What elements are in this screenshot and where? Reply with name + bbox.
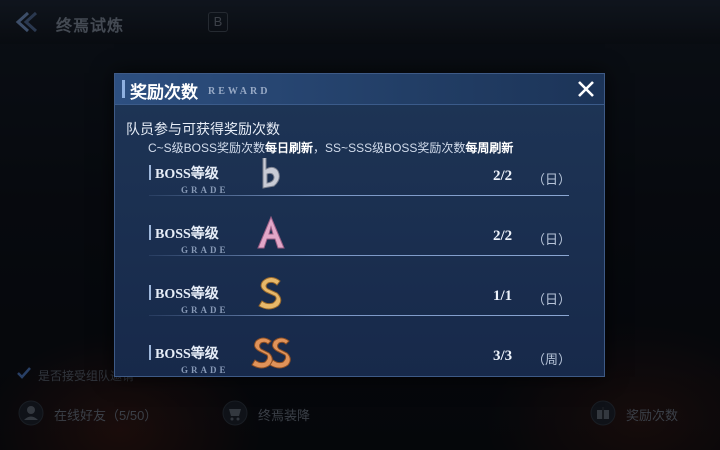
boss-grade-label: BOSS等级: [155, 347, 219, 362]
rule-text-weekly: 每周刷新: [465, 141, 514, 155]
reward-count-value: 2/2: [493, 228, 513, 244]
boss-grade-label: BOSS等级: [155, 227, 219, 242]
grade-a-icon: [257, 215, 285, 249]
grade-row: BOSS等级 GRADE 2/2 （日）: [149, 158, 572, 218]
header-accent-bar: [122, 80, 125, 98]
grade-b-icon: [262, 158, 280, 189]
refresh-period: （日）: [532, 232, 572, 247]
grade-caption: GRADE: [181, 245, 229, 255]
refresh-period: （日）: [532, 172, 572, 187]
reward-count-value: 3/3: [493, 348, 513, 364]
dialog-subtitle: REWARD: [208, 86, 271, 97]
reward-count-dialog: 奖励次数 REWARD 队员参与可获得奖励次数 C~S级BOSS奖励次数每日刷新…: [114, 73, 605, 377]
reward-intro-text: 队员参与可获得奖励次数: [126, 121, 280, 137]
rule-text-2: ，SS~SSS级BOSS奖励次数: [313, 141, 466, 155]
rule-text-1: C~S级BOSS奖励次数: [148, 141, 266, 155]
reward-count-value: 2/2: [493, 168, 513, 184]
grade-caption: GRADE: [181, 185, 229, 195]
row-accent-bar: [149, 165, 151, 180]
row-divider: [149, 255, 569, 256]
grade-row: BOSS等级 GRADE 1/1 （日）: [149, 277, 572, 338]
dialog-header: 奖励次数 REWARD: [115, 74, 604, 105]
reward-count-value: 1/1: [493, 288, 513, 304]
grade-row: BOSS等级 GRADE 3/3 （周）: [149, 337, 572, 373]
row-accent-bar: [149, 285, 151, 300]
grade-list[interactable]: BOSS等级 GRADE 2/2 （日） BOSS等级 GRADE 2/2 （日…: [115, 158, 604, 373]
dialog-title: 奖励次数: [130, 83, 198, 102]
refresh-period: （周）: [532, 352, 572, 367]
grade-caption: GRADE: [181, 365, 229, 373]
grade-s-icon: [258, 277, 282, 310]
grade-ss-icon: [251, 337, 291, 369]
close-icon[interactable]: [575, 78, 597, 100]
row-divider: [149, 195, 569, 196]
grade-caption: GRADE: [181, 305, 229, 315]
refresh-period: （日）: [532, 292, 572, 307]
row-accent-bar: [149, 225, 151, 240]
boss-grade-label: BOSS等级: [155, 287, 219, 302]
grade-row: BOSS等级 GRADE 2/2 （日）: [149, 215, 572, 278]
row-accent-bar: [149, 345, 151, 360]
refresh-rule-text: C~S级BOSS奖励次数每日刷新，SS~SSS级BOSS奖励次数每周刷新: [148, 139, 513, 156]
boss-grade-label: BOSS等级: [155, 167, 219, 182]
rule-text-daily: 每日刷新: [265, 141, 314, 155]
row-divider: [149, 315, 569, 316]
